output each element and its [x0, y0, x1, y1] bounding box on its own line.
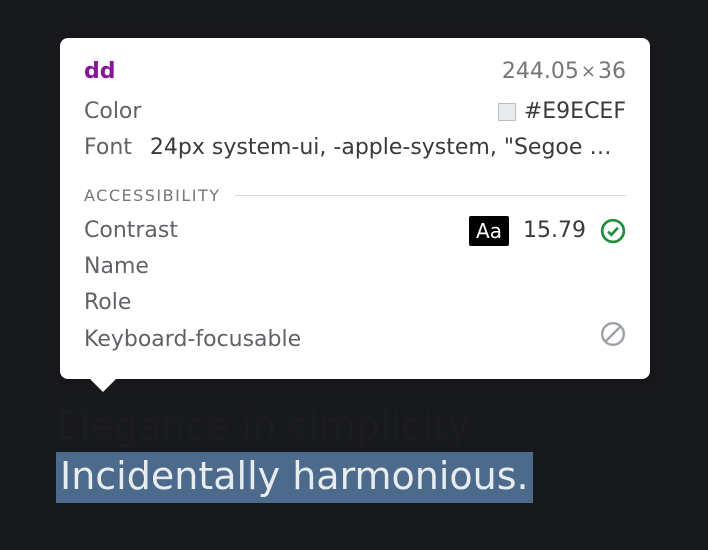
contrast-value: 15.79	[523, 213, 586, 249]
role-row: Role	[84, 285, 626, 321]
font-row: Font 24px system-ui, -apple-system, "Seg…	[84, 130, 626, 166]
section-divider	[235, 195, 626, 196]
contrast-row: Contrast Aa 15.79	[84, 213, 626, 249]
keyboard-focusable-row: Keyboard-focusable	[84, 321, 626, 359]
element-inspector-tooltip: dd 244.05×36 Color #E9ECEF Font 24px sys…	[60, 38, 650, 379]
contrast-aa-badge: Aa	[469, 216, 509, 246]
accessibility-section-header: Accessibility	[84, 186, 626, 205]
font-label: Font	[84, 130, 132, 166]
contrast-value-group: Aa 15.79	[469, 213, 626, 249]
element-header-row: dd 244.05×36	[84, 54, 626, 90]
check-circle-icon	[600, 218, 626, 244]
dimension-width: 244.05	[502, 59, 579, 84]
contrast-label: Contrast	[84, 213, 178, 249]
font-value: 24px system-ui, -apple-system, "Segoe UI…	[150, 130, 626, 166]
highlighted-element-text[interactable]: Incidentally harmonious.	[56, 452, 533, 503]
element-dimensions: 244.05×36	[502, 54, 626, 90]
color-value-group: #E9ECEF	[498, 94, 626, 130]
name-label: Name	[84, 249, 149, 285]
page-background-text: Elegance in simplicity	[56, 404, 470, 448]
color-row: Color #E9ECEF	[84, 94, 626, 130]
dimension-times-icon: ×	[579, 54, 598, 90]
role-label: Role	[84, 285, 131, 321]
color-value: #E9ECEF	[524, 94, 626, 130]
color-label: Color	[84, 94, 141, 130]
accessibility-section-title: Accessibility	[84, 186, 221, 205]
name-row: Name	[84, 249, 626, 285]
dimension-height: 36	[598, 59, 626, 84]
keyboard-focusable-value	[600, 321, 626, 359]
keyboard-focusable-label: Keyboard-focusable	[84, 322, 301, 358]
not-allowed-icon	[600, 321, 626, 347]
color-swatch	[498, 103, 516, 121]
element-tag-name: dd	[84, 54, 116, 90]
